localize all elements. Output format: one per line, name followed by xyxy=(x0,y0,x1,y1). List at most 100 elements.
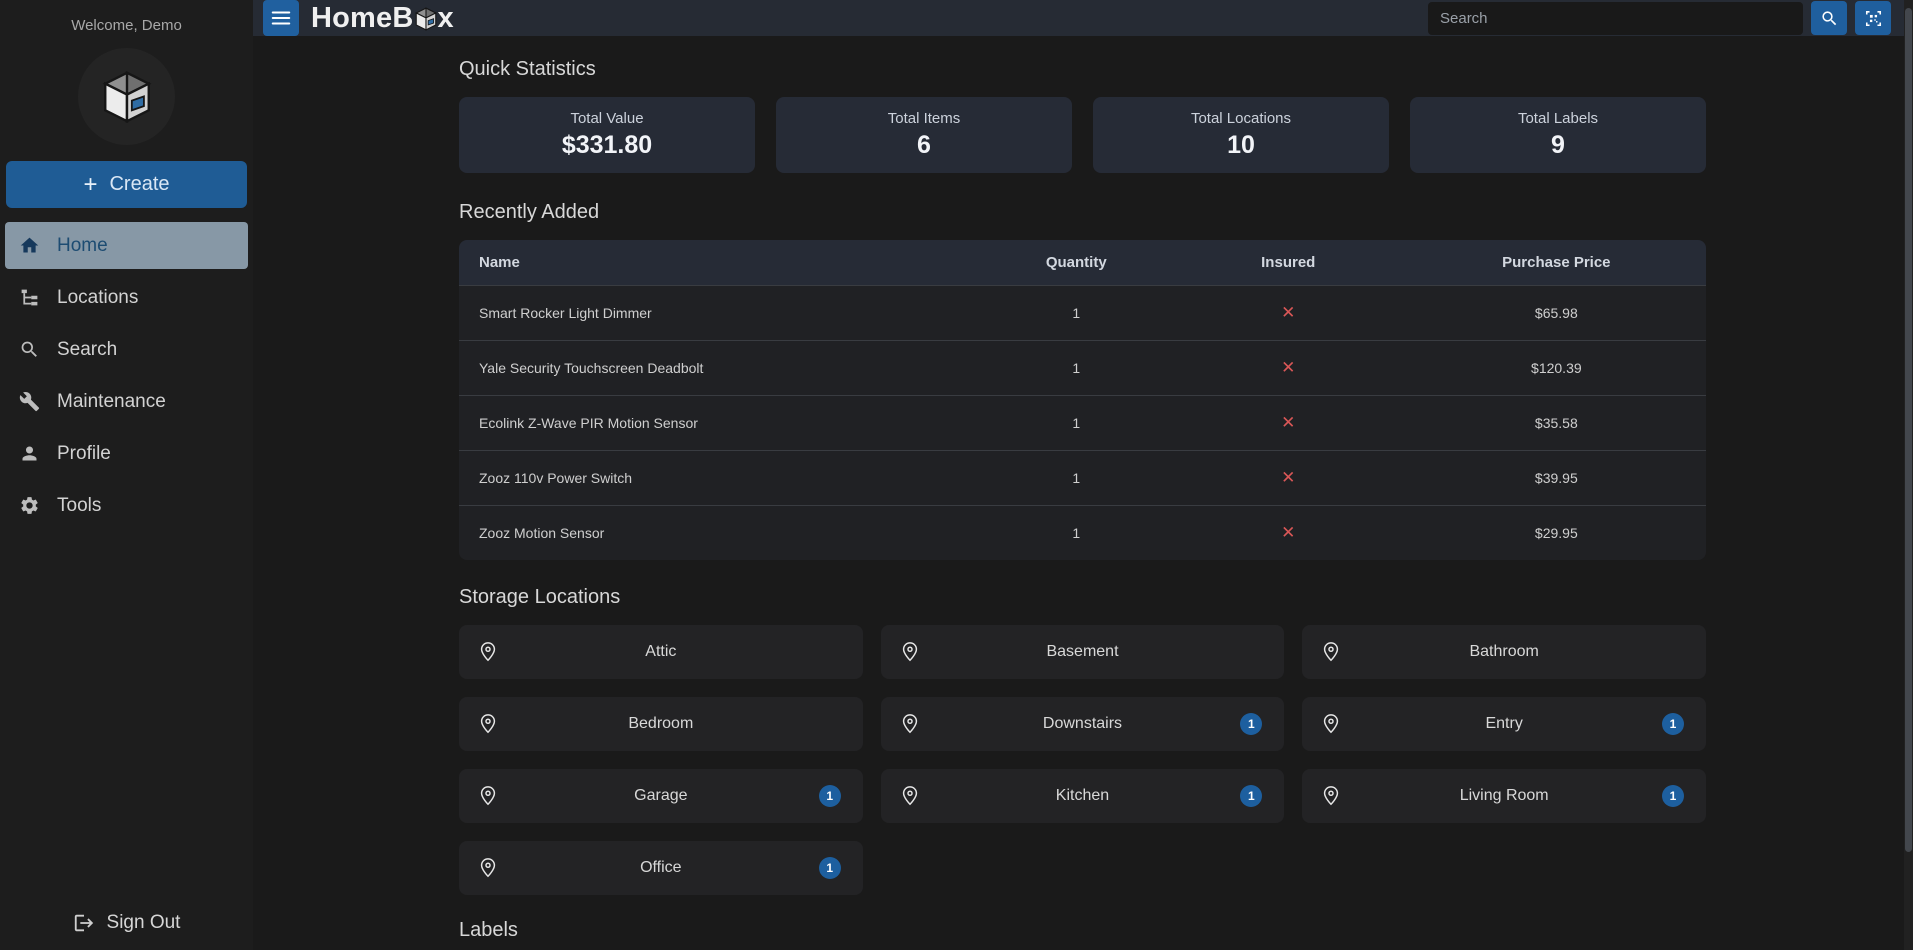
location-name: Bathroom xyxy=(1469,643,1538,661)
stat-card-total-locations: Total Locations 10 xyxy=(1093,97,1389,173)
item-count-badge: 1 xyxy=(1662,785,1684,807)
app-title[interactable]: HomeB x xyxy=(311,2,454,35)
column-header-insured: Insured xyxy=(1170,254,1407,271)
location-card-entry[interactable]: Entry 1 xyxy=(1302,697,1706,751)
column-header-price: Purchase Price xyxy=(1407,254,1706,271)
home-icon xyxy=(18,235,40,257)
labels-heading: Labels xyxy=(459,919,1706,942)
column-header-quantity: Quantity xyxy=(983,254,1170,271)
item-name: Smart Rocker Light Dimmer xyxy=(459,305,983,321)
plus-icon: + xyxy=(83,173,97,197)
gear-icon xyxy=(18,495,40,517)
location-name: Bedroom xyxy=(628,715,693,733)
app-logo xyxy=(0,48,253,145)
not-insured-icon: ✕ xyxy=(1281,523,1295,542)
stat-value: 10 xyxy=(1227,131,1255,160)
search-input[interactable] xyxy=(1428,2,1803,35)
location-card-attic[interactable]: Attic xyxy=(459,625,863,679)
location-name: Attic xyxy=(645,643,676,661)
stat-card-total-items: Total Items 6 xyxy=(776,97,1072,173)
location-pin-icon xyxy=(899,713,921,735)
person-icon xyxy=(18,443,40,465)
item-count-badge: 1 xyxy=(1240,713,1262,735)
qr-scan-button[interactable] xyxy=(1855,1,1891,35)
stat-value: 6 xyxy=(917,131,931,160)
item-name: Ecolink Z-Wave PIR Motion Sensor xyxy=(459,415,983,431)
stat-value: $331.80 xyxy=(562,131,652,160)
scrollbar-thumb[interactable] xyxy=(1905,8,1912,852)
item-count-badge: 1 xyxy=(819,785,841,807)
location-card-bedroom[interactable]: Bedroom xyxy=(459,697,863,751)
locations-tree-icon xyxy=(18,287,40,309)
stats-row: Total Value $331.80 Total Items 6 Total … xyxy=(459,97,1706,173)
location-name: Downstairs xyxy=(1043,715,1122,733)
location-pin-icon xyxy=(477,785,499,807)
table-row[interactable]: Smart Rocker Light Dimmer 1 ✕ $65.98 xyxy=(459,285,1706,340)
sidebar-item-profile[interactable]: Profile xyxy=(5,430,248,477)
column-header-name: Name xyxy=(459,254,983,271)
location-name: Garage xyxy=(634,787,687,805)
recently-added-table: Name Quantity Insured Purchase Price Sma… xyxy=(459,240,1706,560)
item-count-badge: 1 xyxy=(819,857,841,879)
item-price: $39.95 xyxy=(1407,470,1706,486)
location-name: Living Room xyxy=(1460,787,1549,805)
table-row[interactable]: Zooz Motion Sensor 1 ✕ $29.95 xyxy=(459,505,1706,560)
sidebar-nav: Home Locations Search xyxy=(0,222,253,529)
location-card-garage[interactable]: Garage 1 xyxy=(459,769,863,823)
not-insured-icon: ✕ xyxy=(1281,413,1295,432)
location-card-office[interactable]: Office 1 xyxy=(459,841,863,895)
sidebar-item-maintenance[interactable]: Maintenance xyxy=(5,378,248,425)
create-button-label: Create xyxy=(109,173,169,196)
table-row[interactable]: Ecolink Z-Wave PIR Motion Sensor 1 ✕ $35… xyxy=(459,395,1706,450)
item-name: Zooz 110v Power Switch xyxy=(459,470,983,486)
item-price: $120.39 xyxy=(1407,360,1706,376)
menu-button[interactable] xyxy=(263,0,299,36)
location-name: Entry xyxy=(1485,715,1522,733)
stat-card-total-labels: Total Labels 9 xyxy=(1410,97,1706,173)
main-area: HomeB x xyxy=(253,0,1913,950)
sidebar-item-locations[interactable]: Locations xyxy=(5,274,248,321)
search-button[interactable] xyxy=(1811,1,1847,35)
stat-label: Total Labels xyxy=(1518,110,1598,127)
locations-grid: Attic Basement Bathroom Bedroom xyxy=(459,625,1706,895)
item-count-badge: 1 xyxy=(1240,785,1262,807)
location-card-kitchen[interactable]: Kitchen 1 xyxy=(881,769,1285,823)
table-row[interactable]: Yale Security Touchscreen Deadbolt 1 ✕ $… xyxy=(459,340,1706,395)
location-card-downstairs[interactable]: Downstairs 1 xyxy=(881,697,1285,751)
sidebar-item-home[interactable]: Home xyxy=(5,222,248,269)
item-price: $29.95 xyxy=(1407,525,1706,541)
location-pin-icon xyxy=(477,713,499,735)
item-quantity: 1 xyxy=(983,305,1170,321)
recently-added-heading: Recently Added xyxy=(459,201,1706,224)
location-pin-icon xyxy=(477,857,499,879)
location-pin-icon xyxy=(1320,713,1342,735)
sidebar: Welcome, Demo + Create Home xyxy=(0,0,253,950)
location-card-living-room[interactable]: Living Room 1 xyxy=(1302,769,1706,823)
item-quantity: 1 xyxy=(983,360,1170,376)
sidebar-item-label: Locations xyxy=(57,287,138,309)
search-icon xyxy=(1820,9,1839,28)
table-header-row: Name Quantity Insured Purchase Price xyxy=(459,240,1706,285)
item-count-badge: 1 xyxy=(1662,713,1684,735)
location-pin-icon xyxy=(899,785,921,807)
search-icon xyxy=(18,339,40,361)
stat-label: Total Items xyxy=(888,110,961,127)
wrench-icon xyxy=(18,391,40,413)
table-row[interactable]: Zooz 110v Power Switch 1 ✕ $39.95 xyxy=(459,450,1706,505)
sign-out-label: Sign Out xyxy=(107,912,181,934)
welcome-text: Welcome, Demo xyxy=(0,17,253,34)
sign-out-button[interactable]: Sign Out xyxy=(0,912,253,934)
stat-value: 9 xyxy=(1551,131,1565,160)
create-button[interactable]: + Create xyxy=(6,161,247,208)
sidebar-item-tools[interactable]: Tools xyxy=(5,482,248,529)
location-card-bathroom[interactable]: Bathroom xyxy=(1302,625,1706,679)
sidebar-item-label: Search xyxy=(57,339,117,361)
location-card-basement[interactable]: Basement xyxy=(881,625,1285,679)
not-insured-icon: ✕ xyxy=(1281,468,1295,487)
item-quantity: 1 xyxy=(983,470,1170,486)
sidebar-item-search[interactable]: Search xyxy=(5,326,248,373)
app-window: Welcome, Demo + Create Home xyxy=(0,0,1913,950)
vertical-scrollbar[interactable] xyxy=(1904,0,1913,950)
sidebar-item-label: Tools xyxy=(57,495,101,517)
location-pin-icon xyxy=(477,641,499,663)
